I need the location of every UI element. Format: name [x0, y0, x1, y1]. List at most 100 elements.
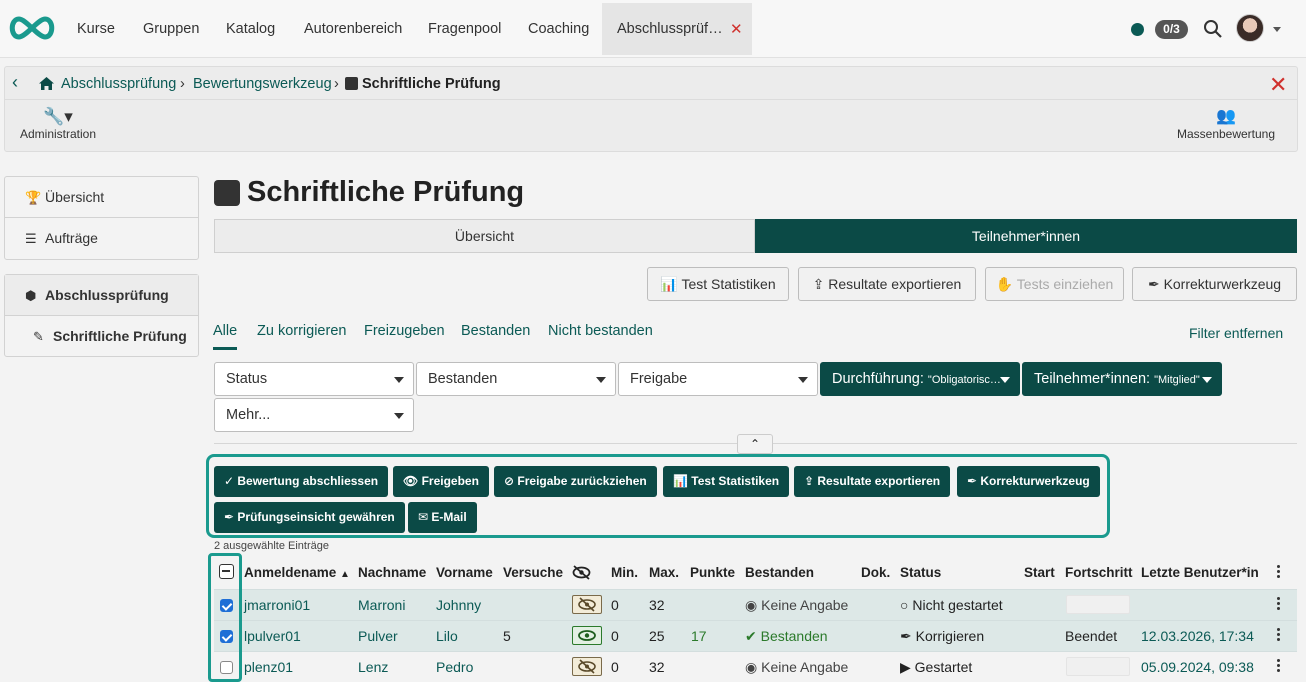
nav-fragenpool[interactable]: Fragenpool	[428, 21, 501, 37]
withdraw-release-button[interactable]: ⊘ Freigabe zurückziehen	[494, 466, 657, 497]
segment-overview[interactable]: Übersicht	[214, 219, 755, 253]
row-actions-kebab-icon[interactable]	[1277, 628, 1281, 643]
column-login[interactable]: Anmeldename ▲	[244, 565, 350, 580]
bulk-export-results-button[interactable]: ⇪ Resultate exportieren	[794, 466, 951, 497]
online-status-icon[interactable]	[1131, 23, 1144, 36]
cell-min: 0	[611, 659, 619, 675]
cell-attempts: 5	[503, 628, 511, 644]
bulk-correction-tool-button[interactable]: ✒ Korrekturwerkzeug	[957, 466, 1100, 497]
correction-tool-button[interactable]: ✒ Korrekturwerkzeug	[1132, 267, 1297, 301]
assessment-counter-badge[interactable]: 0/3	[1155, 20, 1188, 39]
column-settings-kebab-icon[interactable]	[1277, 565, 1281, 580]
remove-filter-link[interactable]: Filter entfernen	[1189, 325, 1283, 341]
column-progress[interactable]: Fortschritt	[1065, 565, 1133, 580]
column-firstname[interactable]: Vorname	[436, 565, 493, 580]
status-filter-select[interactable]: Status	[214, 362, 414, 396]
segment-participants[interactable]: Teilnehmer*innen	[755, 219, 1297, 253]
cell-max: 32	[649, 659, 665, 675]
cell-firstname[interactable]: Johnny	[436, 597, 481, 613]
cell-firstname[interactable]: Lilo	[436, 628, 458, 644]
test-statistics-button[interactable]: 📊 Test Statistiken	[647, 267, 789, 301]
column-visibility-eye-slash-icon[interactable]	[572, 565, 591, 581]
column-passed[interactable]: Bestanden	[745, 565, 814, 580]
breadcrumb-course[interactable]: Abschlussprüfung	[61, 76, 176, 92]
participants-filter-select[interactable]: Teilnehmer*innen: "Mitglied"	[1022, 362, 1222, 396]
visible-eye-icon[interactable]	[572, 626, 602, 645]
breadcrumb-current: Schriftliche Prüfung	[362, 76, 501, 92]
back-chevron-icon[interactable]: ‹	[12, 72, 18, 93]
button-label: Test Statistiken	[691, 474, 780, 488]
nav-active-course-tab[interactable]: Abschlussprüf… ✕	[602, 3, 752, 55]
dot-circle-icon: ◉	[745, 659, 758, 675]
progress-bar	[1066, 657, 1130, 676]
cell-passed: ✔ Bestanden	[745, 628, 828, 645]
nav-gruppen[interactable]: Gruppen	[143, 21, 199, 37]
nav-coaching[interactable]: Coaching	[528, 21, 589, 37]
column-max[interactable]: Max.	[649, 565, 679, 580]
sidebar-item-label: Abschlussprüfung	[45, 287, 169, 303]
column-lastname[interactable]: Nachname	[358, 565, 426, 580]
release-button[interactable]: 👁 Freigeben	[393, 466, 489, 497]
sidebar-item-written-exam[interactable]: ✎ Schriftliche Prüfung	[5, 316, 198, 357]
column-last-user[interactable]: Letzte Benutzer*in	[1141, 565, 1259, 580]
column-start[interactable]: Start	[1024, 565, 1055, 580]
selected-entries-count: 2 ausgewählte Einträge	[214, 540, 329, 552]
grant-exam-review-button[interactable]: ✒ Prüfungseinsicht gewähren	[214, 502, 405, 533]
hidden-eye-slash-icon[interactable]	[572, 595, 602, 614]
hidden-eye-slash-icon[interactable]	[572, 657, 602, 676]
button-label: Freigabe zurückziehen	[517, 474, 647, 488]
cell-lastname[interactable]: Lenz	[358, 659, 388, 675]
cell-max: 25	[649, 628, 665, 644]
execution-filter-select[interactable]: Durchführung: "Obligatorisc…	[820, 362, 1020, 396]
mass-assessment-button[interactable]: 👥 Massenbewertung	[1171, 107, 1281, 141]
column-docs[interactable]: Dok.	[861, 565, 890, 580]
cell-lastname[interactable]: Pulver	[358, 628, 398, 644]
more-filters-select[interactable]: Mehr...	[214, 398, 414, 432]
row-actions-kebab-icon[interactable]	[1277, 597, 1281, 612]
column-attempts[interactable]: Versuche	[503, 565, 563, 580]
close-course-icon[interactable]: ✕	[1269, 72, 1287, 98]
circle-icon: ○	[900, 597, 909, 613]
cell-login[interactable]: plenz01	[244, 659, 293, 675]
cell-login[interactable]: lpulver01	[244, 628, 301, 644]
user-menu-chevron-down-icon[interactable]	[1273, 27, 1281, 32]
users-icon: 👥	[1216, 108, 1236, 125]
cell-firstname[interactable]: Pedro	[436, 659, 473, 675]
email-button[interactable]: ✉ E-Mail	[408, 502, 477, 533]
cell-login[interactable]: jmarroni01	[244, 597, 310, 613]
nav-katalog[interactable]: Katalog	[226, 21, 275, 37]
export-results-button[interactable]: ⇪ Resultate exportieren	[798, 267, 976, 301]
release-filter-select[interactable]: Freigabe	[618, 362, 818, 396]
sidebar-item-orders[interactable]: ☰ Aufträge	[5, 218, 198, 259]
collect-tests-button[interactable]: ✋ Tests einziehen	[985, 267, 1124, 301]
user-avatar[interactable]	[1236, 14, 1264, 42]
collapse-filters-chevron-up-icon[interactable]: ⌃	[737, 434, 773, 454]
nav-autorenbereich[interactable]: Autorenbereich	[304, 21, 402, 37]
bulk-test-statistics-button[interactable]: 📊 Test Statistiken	[663, 466, 790, 497]
tab-passed[interactable]: Bestanden	[461, 323, 530, 339]
close-tab-icon[interactable]: ✕	[730, 20, 743, 38]
sidebar-item-course[interactable]: ⬢ Abschlussprüfung	[5, 275, 198, 316]
filter-value: "Obligatorisc…	[927, 374, 1001, 386]
progress-bar	[1066, 595, 1130, 614]
finish-assessment-button[interactable]: ✓ Bewertung abschliessen	[214, 466, 389, 497]
sidebar-item-overview[interactable]: 🏆 Übersicht	[5, 177, 198, 218]
column-status[interactable]: Status	[900, 565, 941, 580]
cell-lastname[interactable]: Marroni	[358, 597, 405, 613]
column-points[interactable]: Punkte	[690, 565, 735, 580]
cell-points: 17	[691, 628, 707, 644]
tab-to-release[interactable]: Freizugeben	[364, 323, 445, 339]
passed-filter-select[interactable]: Bestanden	[416, 362, 616, 396]
column-min[interactable]: Min.	[611, 565, 638, 580]
home-icon[interactable]	[38, 76, 55, 91]
nav-kurse[interactable]: Kurse	[77, 21, 115, 37]
chart-icon: 📊	[660, 276, 682, 292]
administration-menu[interactable]: 🔧▾ Administration	[17, 107, 99, 141]
breadcrumb-assessment-tool[interactable]: Bewertungswerkzeug	[193, 76, 332, 92]
openolat-logo-icon[interactable]	[6, 14, 58, 42]
row-actions-kebab-icon[interactable]	[1277, 659, 1281, 674]
tab-to-correct[interactable]: Zu korrigieren	[257, 323, 346, 339]
search-icon[interactable]	[1203, 19, 1223, 39]
tab-not-passed[interactable]: Nicht bestanden	[548, 323, 653, 339]
tab-all[interactable]: Alle	[213, 323, 237, 339]
